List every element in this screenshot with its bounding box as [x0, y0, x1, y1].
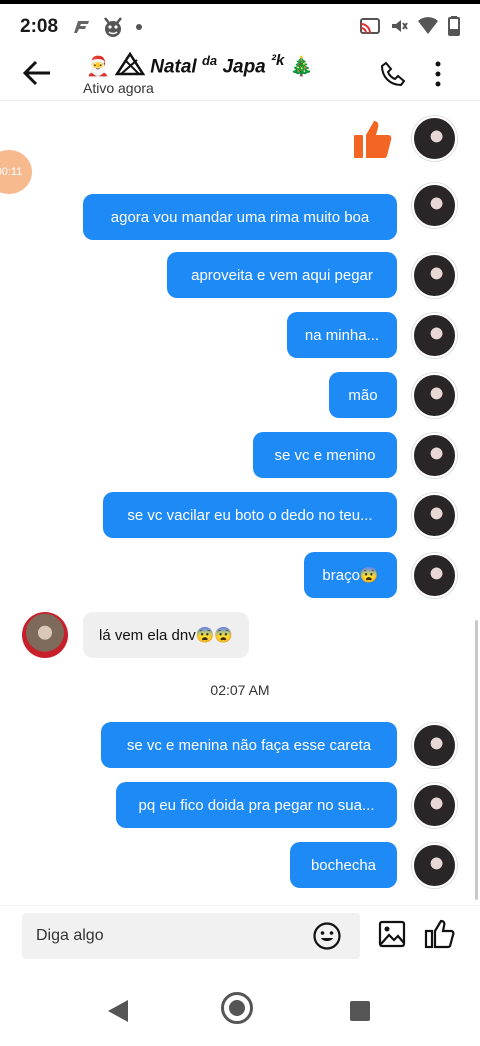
avatar[interactable]	[412, 253, 457, 298]
message-bubble-outgoing[interactable]: agora vou mandar uma rima muito boa	[83, 194, 397, 240]
message-bubble-incoming[interactable]: lá vem ela dnv😨😨	[83, 612, 250, 658]
nav-recents-icon[interactable]	[350, 1001, 370, 1021]
nav-home-icon	[229, 1000, 245, 1016]
chat-title-rest: Japa	[222, 56, 266, 78]
system-nav-bar	[0, 980, 480, 1046]
battery-icon	[448, 16, 460, 36]
status-icons-right	[360, 16, 460, 36]
emoji-icon[interactable]	[312, 921, 342, 951]
message-bubble-outgoing[interactable]: na minha...	[287, 312, 397, 358]
avatar[interactable]	[22, 612, 68, 658]
chat-title-main: Natal	[150, 56, 197, 78]
phone-icon[interactable]	[380, 61, 406, 87]
avatar[interactable]	[412, 493, 457, 538]
chat-title[interactable]: 🎅 Natal da Japa ²k 🎄	[86, 52, 313, 78]
cast-icon	[360, 18, 380, 34]
chat-title-sup2: ²k	[271, 52, 285, 69]
message-input[interactable]: Diga algo	[22, 913, 360, 959]
thumbs-up-icon[interactable]	[424, 918, 456, 950]
avatar[interactable]	[412, 313, 457, 358]
divider	[0, 905, 480, 906]
message-bubble-outgoing[interactable]: se vc vacilar eu boto o dedo no teu...	[103, 492, 397, 538]
wifi-icon	[418, 17, 438, 34]
message-timestamp: 02:07 AM	[210, 682, 270, 698]
more-options-icon[interactable]	[430, 60, 446, 90]
message-bubble-outgoing[interactable]: aproveita e vem aqui pegar	[167, 252, 397, 298]
avatar[interactable]	[412, 843, 457, 888]
message-bubble-outgoing[interactable]: se vc e menino	[253, 432, 397, 478]
like-reaction-icon	[354, 121, 392, 158]
floating-badge[interactable]: 00:11	[0, 150, 32, 194]
chat-header: 🎅 Natal da Japa ²k 🎄 Ativo agora	[0, 48, 480, 101]
avatar[interactable]	[412, 433, 457, 478]
chat-subtitle: Ativo agora	[83, 80, 154, 96]
christmas-tree-emoji: 🎄	[289, 56, 314, 78]
avatar[interactable]	[412, 183, 457, 228]
devil-face-icon	[104, 17, 122, 37]
avatar[interactable]	[412, 723, 457, 768]
image-icon[interactable]	[378, 920, 406, 948]
nav-home-button[interactable]	[221, 992, 253, 1024]
santa-emoji: 🎅	[86, 56, 110, 78]
avatar[interactable]	[412, 373, 457, 418]
avatar[interactable]	[412, 783, 457, 828]
message-input-placeholder: Diga algo	[36, 927, 104, 944]
status-icons-left	[74, 16, 142, 38]
message-bubble-outgoing[interactable]: pq eu fico doida pra pegar no sua...	[116, 782, 397, 828]
status-bar: 2:08	[0, 4, 480, 48]
nav-back-icon[interactable]	[108, 1000, 128, 1022]
back-arrow-icon[interactable]	[20, 58, 56, 88]
message-bubble-outgoing[interactable]: braço😨	[304, 552, 397, 598]
avatar[interactable]	[412, 116, 457, 161]
message-bubble-outgoing[interactable]: bochecha	[290, 842, 397, 888]
status-time: 2:08	[20, 16, 59, 37]
avatar[interactable]	[412, 553, 457, 598]
chat-title-sup: da	[201, 53, 218, 68]
triangle-logo-icon	[114, 52, 146, 76]
message-bubble-outgoing[interactable]: mão	[329, 372, 397, 418]
message-bubble-outgoing[interactable]: se vc e menina não faça esse careta	[101, 722, 397, 768]
f-icon	[74, 21, 89, 33]
dot-icon	[136, 24, 142, 30]
scrollbar[interactable]	[475, 620, 478, 900]
mute-icon	[392, 20, 408, 32]
